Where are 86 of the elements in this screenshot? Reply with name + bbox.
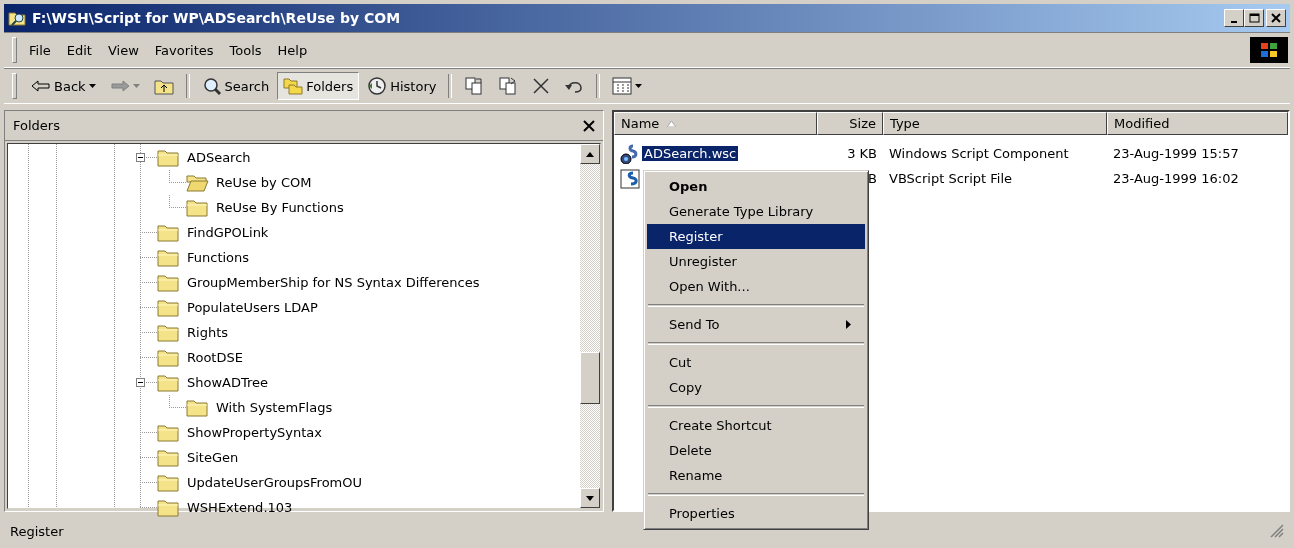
folders-icon bbox=[283, 77, 304, 95]
close-icon bbox=[1270, 12, 1282, 24]
pane-title: Folders bbox=[13, 118, 61, 133]
menu-item[interactable]: Delete bbox=[647, 438, 865, 463]
maximize-button[interactable] bbox=[1244, 9, 1264, 27]
menu-item[interactable]: File bbox=[21, 39, 59, 61]
menu-item[interactable]: Help bbox=[269, 39, 316, 61]
minimize-button[interactable] bbox=[1224, 9, 1244, 27]
scroll-thumb[interactable] bbox=[580, 352, 600, 404]
minimize-icon bbox=[1231, 21, 1237, 23]
window-title: F:\WSH\Script for WP\ADSearch\ReUse by COM bbox=[32, 10, 402, 26]
folder-item[interactable]: ADSearch bbox=[187, 150, 251, 165]
search-icon bbox=[201, 76, 222, 96]
folder-item[interactable]: UpdateUserGroupsFromOU bbox=[187, 475, 363, 490]
status-text: Register bbox=[10, 523, 64, 539]
folder-item[interactable]: PopulateUsers LDAP bbox=[187, 300, 318, 315]
move-to-icon bbox=[464, 76, 485, 96]
folder-item[interactable]: Rights bbox=[187, 325, 228, 340]
delete-icon bbox=[532, 77, 551, 95]
folder-item[interactable]: FindGPOLink bbox=[187, 225, 269, 240]
folder-item[interactable]: ShowPropertySyntax bbox=[187, 425, 323, 440]
up-arrow-icon bbox=[586, 151, 594, 157]
file-modified: 23-Aug-1999 16:02 bbox=[1112, 171, 1240, 186]
clock-icon bbox=[367, 76, 388, 96]
column-header[interactable]: Type bbox=[883, 112, 1107, 135]
folder-search-icon bbox=[8, 9, 26, 27]
file-size: B bbox=[867, 171, 878, 186]
file-type: Windows Script Component bbox=[888, 146, 1070, 161]
menu-item[interactable]: Edit bbox=[58, 39, 100, 61]
file-name[interactable]: ADSearch.wsc bbox=[642, 146, 739, 161]
forward-arrow-icon bbox=[109, 79, 130, 93]
up-folder-icon bbox=[153, 77, 174, 95]
menu-item[interactable]: Open With... bbox=[647, 274, 865, 299]
copy-to-icon bbox=[498, 76, 519, 96]
close-button[interactable] bbox=[581, 117, 597, 134]
menu-item[interactable]: Favorites bbox=[146, 39, 222, 61]
column-header[interactable]: Modified bbox=[1107, 112, 1288, 135]
folder-item[interactable]: Functions bbox=[187, 250, 250, 265]
menu-item[interactable]: Create Shortcut bbox=[647, 413, 865, 438]
back-button[interactable]: Back bbox=[25, 72, 102, 100]
menu-item[interactable]: Properties bbox=[647, 501, 865, 526]
menu-item[interactable]: View bbox=[99, 39, 147, 61]
folder-item[interactable]: With SystemFlags bbox=[216, 400, 333, 415]
back-arrow-icon bbox=[31, 79, 51, 93]
menu-item[interactable]: Open bbox=[647, 174, 865, 199]
folder-item[interactable]: SiteGen bbox=[187, 450, 239, 465]
folder-item[interactable]: ReUse by COM bbox=[216, 175, 312, 190]
views-icon bbox=[612, 77, 633, 95]
file-type: VBScript Script File bbox=[888, 171, 1013, 186]
menu-item[interactable]: Copy bbox=[647, 375, 865, 400]
flag-icon bbox=[1260, 42, 1278, 58]
folder-item[interactable]: RootDSE bbox=[187, 350, 243, 365]
history-button[interactable]: History bbox=[361, 72, 443, 100]
maximize-icon bbox=[1248, 12, 1260, 24]
scroll-up-button[interactable] bbox=[580, 144, 600, 164]
close-icon bbox=[583, 119, 595, 132]
resize-grip-icon[interactable] bbox=[1270, 524, 1284, 538]
minus-icon bbox=[136, 153, 145, 162]
close-button[interactable] bbox=[1266, 9, 1286, 27]
menu-item[interactable]: Rename bbox=[647, 463, 865, 488]
menu-item[interactable]: Cut bbox=[647, 350, 865, 375]
dropdown-arrow-icon bbox=[635, 84, 643, 88]
scrollbar[interactable] bbox=[580, 144, 600, 508]
search-button[interactable]: Search bbox=[195, 72, 276, 100]
scroll-down-button[interactable] bbox=[580, 488, 600, 508]
menu-item[interactable]: Register bbox=[647, 224, 865, 249]
dropdown-arrow-icon bbox=[88, 84, 96, 88]
collapse-button[interactable] bbox=[136, 153, 145, 162]
collapse-button[interactable] bbox=[136, 378, 145, 387]
menu-item[interactable]: Tools bbox=[221, 39, 270, 61]
column-header[interactable]: Name bbox=[614, 112, 817, 135]
folders-button[interactable]: Folders bbox=[277, 72, 360, 100]
submenu-arrow-icon bbox=[846, 320, 851, 329]
minus-icon bbox=[136, 378, 145, 387]
file-modified: 23-Aug-1999 15:57 bbox=[1112, 146, 1240, 161]
folder-item[interactable]: ShowADTree bbox=[187, 375, 269, 390]
dropdown-arrow-icon bbox=[132, 84, 140, 88]
menu-item[interactable]: Send To bbox=[647, 312, 865, 337]
folder-item[interactable]: GroupMemberShip for NS Syntax Differences bbox=[187, 275, 480, 290]
column-header[interactable]: Size bbox=[817, 112, 883, 135]
folder-item[interactable]: ReUse By Functions bbox=[216, 200, 344, 215]
file-size: 3 KB bbox=[846, 146, 878, 161]
menu-item[interactable]: Unregister bbox=[647, 249, 865, 274]
down-arrow-icon bbox=[586, 495, 594, 501]
folder-item[interactable]: WSHExtend.103 bbox=[187, 500, 293, 515]
menu-item[interactable]: Generate Type Library bbox=[647, 199, 865, 224]
